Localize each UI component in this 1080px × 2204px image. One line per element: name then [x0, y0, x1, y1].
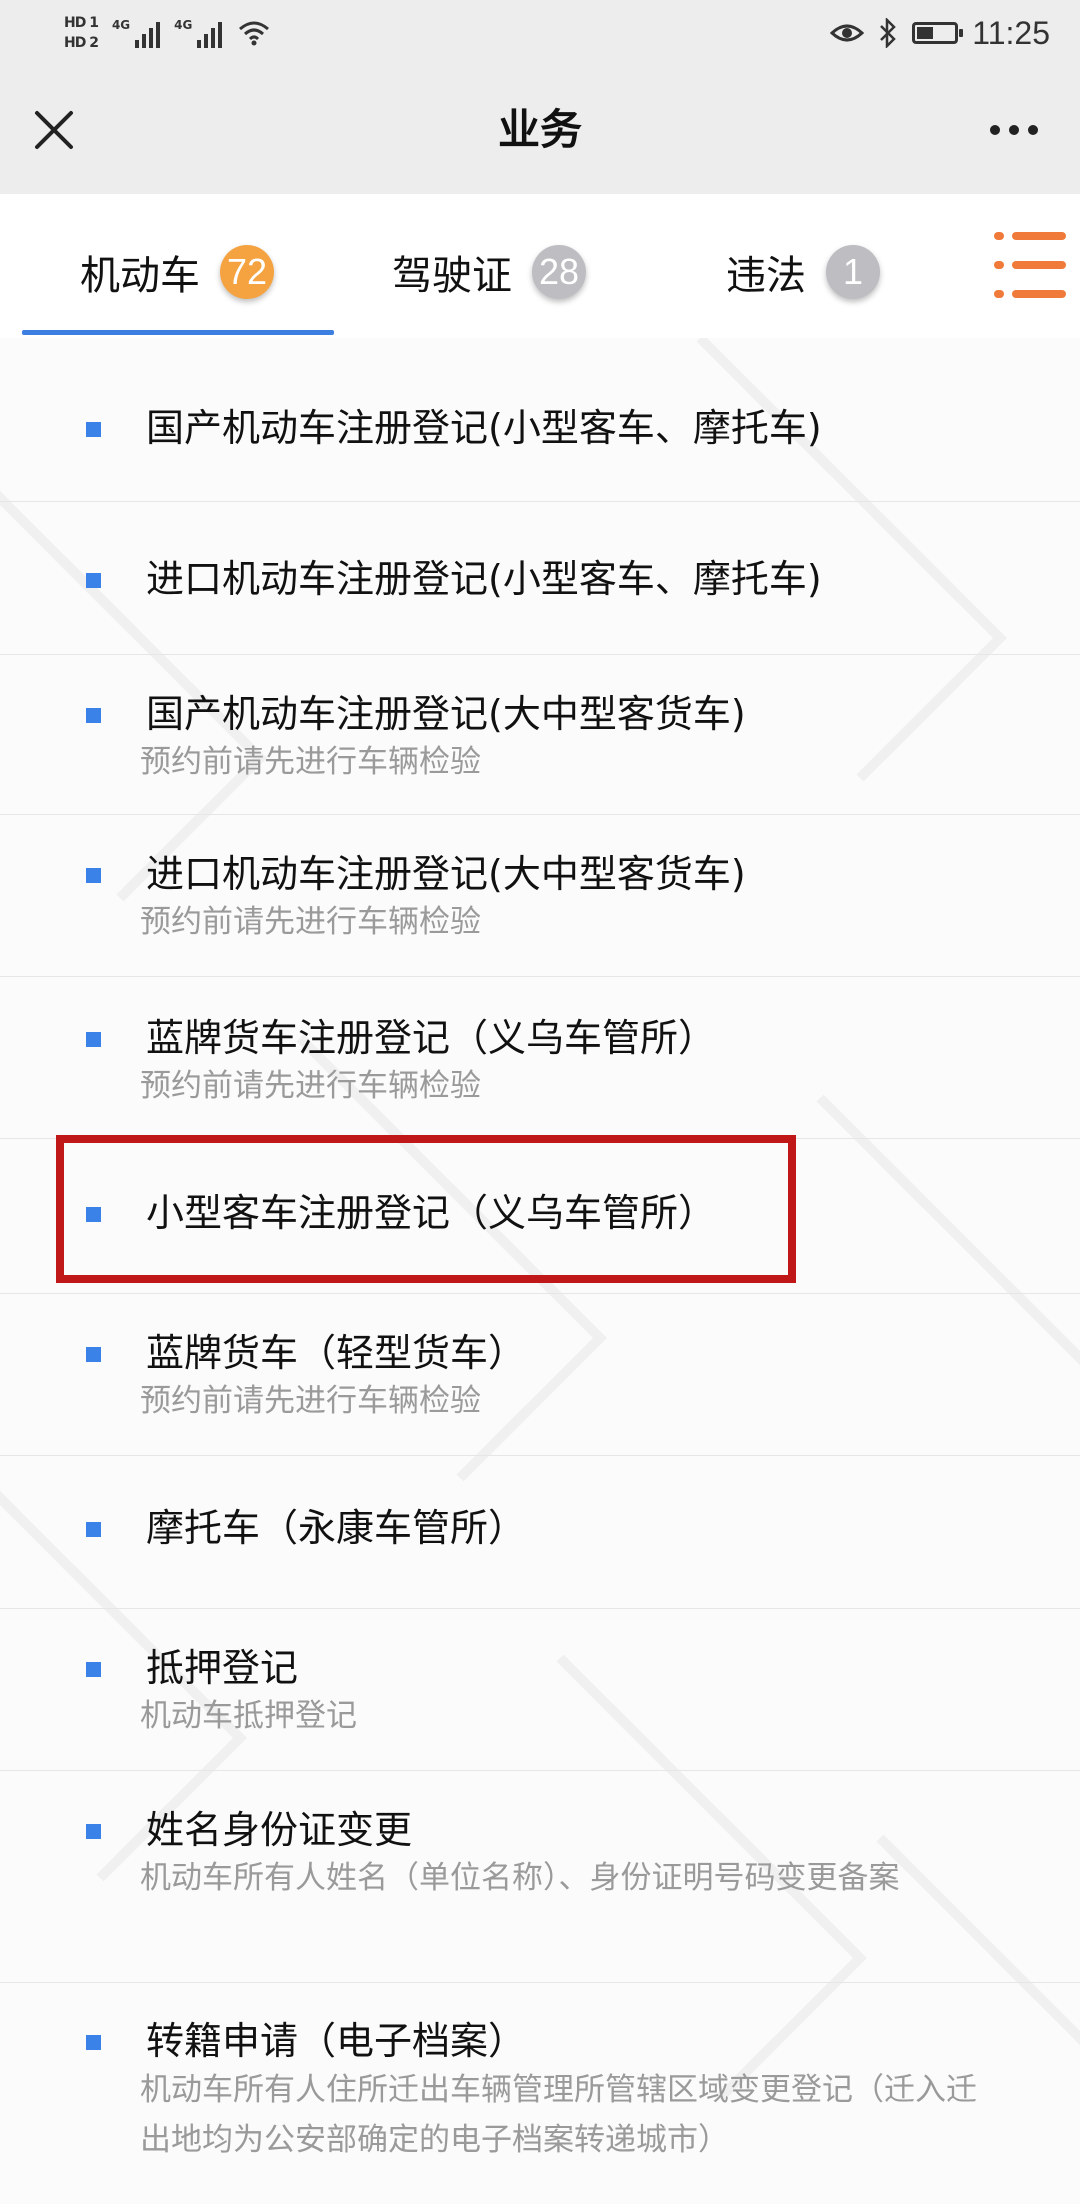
tab-label: 机动车	[80, 253, 200, 299]
hd-indicators: HD 1 HD 2	[64, 14, 99, 52]
more-button[interactable]	[974, 96, 1054, 164]
item-title: 蓝牌货车注册登记（义乌车管所）	[146, 1016, 717, 1060]
page-title: 业务	[497, 105, 582, 154]
list-item[interactable]: 抵押登记 机动车抵押登记	[0, 1609, 1080, 1771]
hd2-label: HD 2	[64, 35, 99, 51]
list-item[interactable]: 国产机动车注册登记(小型客车、摩托车)	[0, 338, 1080, 502]
item-title: 抵押登记	[146, 1646, 299, 1690]
count-badge: 28	[532, 245, 586, 299]
bullet-icon	[86, 422, 101, 437]
more-icon-dot	[990, 125, 1000, 135]
item-subtitle: 预约前请先进行车辆检验	[140, 1068, 481, 1104]
active-tab-indicator	[22, 330, 334, 335]
eye-icon	[830, 24, 865, 42]
bullet-icon	[86, 1662, 101, 1677]
item-title: 蓝牌货车（轻型货车）	[146, 1331, 527, 1375]
list-item[interactable]: 进口机动车注册登记(小型客车、摩托车)	[0, 502, 1080, 655]
network-2-label: 4G	[174, 18, 193, 32]
status-left: HD 1 HD 2 4G 4G	[64, 6, 270, 60]
item-subtitle: 预约前请先进行车辆检验	[140, 904, 481, 940]
tab-violation[interactable]: 违法 1	[726, 240, 880, 304]
bullet-icon	[86, 868, 101, 883]
item-title: 国产机动车注册登记(大中型客货车)	[146, 692, 746, 736]
item-subtitle: 机动车所有人住所迁出车辆管理所管辖区域变更登记（迁入迁出地均为公安部确定的电子档…	[140, 2072, 977, 2158]
item-title: 转籍申请（电子档案）	[146, 2019, 527, 2063]
list-item[interactable]: 姓名身份证变更 机动车所有人姓名（单位名称）、身份证明号码变更备案	[0, 1771, 1080, 1983]
tab-motor-vehicle[interactable]: 机动车 72	[80, 240, 274, 304]
list-item[interactable]: 国产机动车注册登记(大中型客货车) 预约前请先进行车辆检验	[0, 655, 1080, 815]
battery-fill	[917, 27, 934, 39]
bullet-icon	[86, 1824, 101, 1839]
more-icon-dot	[1009, 125, 1019, 135]
network-1-label: 4G	[111, 18, 131, 32]
list-menu-icon	[994, 261, 1066, 269]
bluetooth-icon	[880, 18, 897, 48]
list-menu-icon	[994, 290, 1066, 298]
category-tabs: 机动车 72 驾驶证 28 违法 1	[0, 194, 1080, 338]
nav-bar: 业务	[0, 66, 1080, 194]
list-item[interactable]: 蓝牌货车注册登记（义乌车管所） 预约前请先进行车辆检验	[0, 977, 1080, 1139]
count-badge: 1	[826, 245, 880, 299]
item-subtitle: 预约前请先进行车辆检验	[140, 1383, 481, 1419]
hd1-label: HD 1	[64, 15, 99, 31]
tab-label: 违法	[726, 253, 806, 299]
bullet-icon	[86, 708, 101, 723]
wifi-icon	[239, 21, 270, 46]
tab-label: 驾驶证	[392, 253, 512, 299]
item-title: 进口机动车注册登记(小型客车、摩托车)	[146, 557, 822, 601]
highlight-annotation-box	[56, 1135, 796, 1283]
list-item[interactable]: 蓝牌货车（轻型货车） 预约前请先进行车辆检验	[0, 1294, 1080, 1456]
signal-2-icon: 4G	[174, 18, 223, 48]
bullet-icon	[86, 2035, 101, 2050]
list-menu-icon	[994, 232, 1066, 240]
item-subtitle: 预约前请先进行车辆检验	[140, 744, 481, 780]
bullet-icon	[86, 1522, 101, 1537]
clock: 11:25	[972, 14, 1050, 51]
tab-driving-license[interactable]: 驾驶证 28	[392, 240, 586, 304]
count-badge: 72	[220, 245, 274, 299]
battery-icon	[912, 22, 964, 44]
more-icon-dot	[1028, 125, 1038, 135]
item-subtitle: 机动车抵押登记	[140, 1698, 357, 1734]
bullet-icon	[86, 1032, 101, 1047]
list-item[interactable]: 转籍申请（电子档案） 机动车所有人住所迁出车辆管理所管辖区域变更登记（迁入迁出地…	[0, 1983, 1080, 2204]
signal-1-icon: 4G	[111, 18, 161, 48]
bullet-icon	[86, 573, 101, 588]
item-title: 进口机动车注册登记(大中型客货车)	[146, 852, 746, 896]
item-title: 国产机动车注册登记(小型客车、摩托车)	[146, 406, 822, 450]
status-bar: HD 1 HD 2 4G 4G 11:25	[0, 0, 1080, 66]
bullet-icon	[86, 1347, 101, 1362]
status-right: 11:25	[830, 8, 1050, 58]
list-item[interactable]: 进口机动车注册登记(大中型客货车) 预约前请先进行车辆检验	[0, 815, 1080, 977]
item-title: 摩托车（永康车管所）	[146, 1506, 527, 1550]
item-subtitle: 机动车所有人姓名（单位名称）、身份证明号码变更备案	[140, 1860, 900, 1896]
item-title: 姓名身份证变更	[146, 1808, 413, 1852]
list-item[interactable]: 摩托车（永康车管所）	[0, 1456, 1080, 1609]
category-menu-button[interactable]	[994, 232, 1066, 298]
